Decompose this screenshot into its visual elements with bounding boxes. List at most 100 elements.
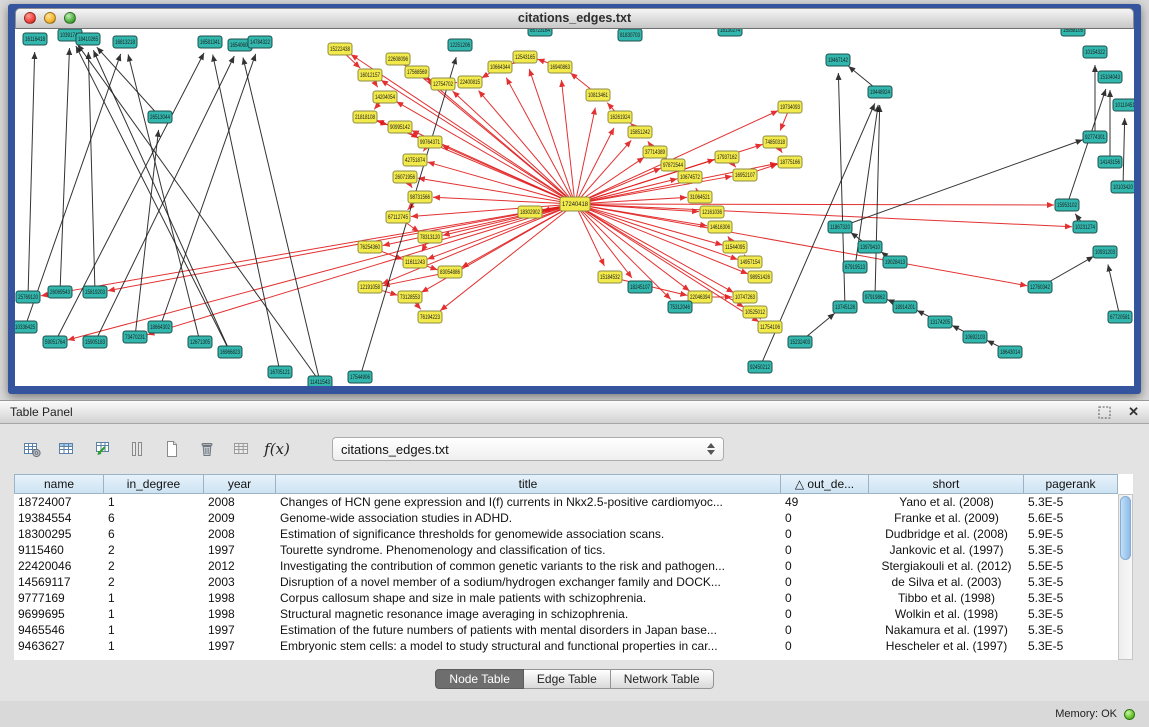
graph-node[interactable]: 13174205 (928, 316, 952, 328)
graph-node[interactable]: 18775166 (778, 156, 802, 168)
graph-edge[interactable] (575, 204, 1054, 205)
column-header-in_degree[interactable]: in_degree (104, 474, 204, 494)
graph-node[interactable]: 11754106 (758, 321, 782, 333)
delete-table-icon[interactable] (195, 438, 219, 460)
graph-node[interactable]: 12671305 (188, 336, 212, 348)
table-row[interactable]: 911546021997Tourette syndrome. Phenomeno… (14, 542, 1133, 558)
graph-node[interactable]: 11544095 (723, 241, 747, 253)
graph-node[interactable]: 17937162 (715, 151, 739, 163)
close-panel-icon[interactable]: ✕ (1128, 404, 1139, 420)
graph-node[interactable]: 26513044 (148, 111, 172, 123)
import-table-icon[interactable] (90, 438, 114, 460)
graph-node[interactable]: 14616306 (708, 221, 732, 233)
scrollbar-thumb[interactable] (1120, 496, 1131, 560)
graph-node[interactable]: 16261924 (608, 111, 632, 123)
graph-node[interactable]: 97919862 (863, 291, 887, 303)
network-canvas[interactable]: 1522243822608096160121571756856912754702… (15, 29, 1134, 386)
graph-node[interactable]: 18643014 (998, 346, 1022, 358)
graph-node[interactable]: 12161036 (700, 206, 724, 218)
graph-node[interactable]: 19448924 (868, 86, 892, 98)
graph-edge[interactable] (243, 57, 320, 382)
graph-node[interactable]: 10231274 (1073, 221, 1097, 233)
graph-node[interactable]: 14784322 (248, 36, 272, 48)
graph-node[interactable]: 16966823 (218, 346, 242, 358)
graph-node[interactable]: 12251206 (448, 39, 472, 51)
graph-node[interactable]: 81830703 (618, 29, 642, 41)
graph-edge[interactable] (78, 44, 320, 382)
graph-node[interactable]: 18664302 (148, 321, 172, 333)
graph-node[interactable]: 10110451 (1113, 99, 1134, 111)
graph-edge[interactable] (88, 52, 95, 292)
graph-node[interactable]: 14957154 (738, 256, 762, 268)
graph-node[interactable]: 16581341 (198, 36, 222, 48)
graph-node[interactable]: 10931203 (1093, 246, 1117, 258)
graph-edge[interactable] (60, 48, 69, 292)
graph-edge[interactable] (575, 204, 1072, 227)
graph-node[interactable]: 10154322 (1083, 46, 1107, 58)
graph-edge[interactable] (108, 204, 575, 291)
graph-node[interactable]: 10525012 (743, 306, 767, 318)
close-window-button[interactable] (24, 12, 36, 24)
graph-node[interactable]: 18914201 (893, 301, 917, 313)
graph-edge[interactable] (1067, 89, 1106, 205)
graph-node[interactable]: 76254360 (358, 241, 382, 253)
graph-node[interactable]: 15819203 (83, 286, 107, 298)
column-width-icon[interactable] (125, 438, 149, 460)
graph-node[interactable]: 16952107 (733, 169, 757, 181)
graph-node[interactable]: 10692103 (963, 331, 987, 343)
graph-node[interactable]: 15958105 (1061, 29, 1085, 36)
graph-node[interactable]: 26071956 (393, 171, 417, 183)
graph-node[interactable]: 31064521 (688, 191, 712, 203)
table-row[interactable]: 969969511998Structural magnetic resonanc… (14, 606, 1133, 622)
graph-edge[interactable] (396, 102, 575, 204)
graph-node[interactable]: 22400815 (458, 76, 482, 88)
graph-node[interactable]: 14204054 (373, 91, 397, 103)
tab-node-table[interactable]: Node Table (435, 669, 524, 689)
graph-node[interactable]: 15232403 (788, 336, 812, 348)
graph-node[interactable]: 14143156 (1098, 156, 1122, 168)
graph-node[interactable]: 18302902 (518, 206, 542, 218)
graph-node[interactable]: 67112745 (386, 211, 410, 223)
graph-node[interactable]: 18130274 (718, 29, 742, 36)
graph-node[interactable]: 15104043 (1098, 71, 1122, 83)
graph-node[interactable]: 15851242 (628, 126, 652, 138)
column-header-name[interactable]: name (14, 474, 104, 494)
table-row[interactable]: 2242004622012Investigating the contribut… (14, 558, 1133, 574)
graph-node[interactable]: 18410265 (76, 33, 100, 45)
graph-node[interactable]: 16940863 (548, 61, 572, 73)
graph-edge[interactable] (575, 111, 778, 204)
graph-node[interactable]: 10747263 (733, 291, 757, 303)
table-vertical-scrollbar[interactable] (1118, 494, 1133, 660)
graph-node[interactable]: 16012157 (358, 69, 382, 81)
graph-node[interactable]: 13745126 (833, 301, 857, 313)
graph-edge[interactable] (529, 69, 575, 204)
graph-node[interactable]: 59051764 (43, 336, 67, 348)
graph-edge[interactable] (1123, 118, 1125, 187)
graph-edge[interactable] (427, 79, 575, 204)
graph-node[interactable]: 18245107 (628, 281, 652, 293)
table-row[interactable]: 946362711997Embryonic stem cells: a mode… (14, 638, 1133, 654)
graph-node[interactable]: 16116418 (23, 33, 47, 45)
table-row[interactable]: 946554611997Estimation of the future num… (14, 622, 1133, 638)
network-window[interactable]: citations_edges.txt 15222438226080961601… (8, 4, 1141, 394)
graph-node[interactable]: 76194223 (418, 311, 442, 323)
graph-node[interactable]: 83054886 (438, 266, 462, 278)
table-row[interactable]: 1830029562008Estimation of significance … (14, 526, 1133, 542)
graph-node[interactable]: 74850318 (763, 136, 787, 148)
graph-node[interactable]: 10103420 (1111, 181, 1134, 193)
window-titlebar[interactable]: citations_edges.txt (15, 8, 1134, 29)
graph-node[interactable]: 67720581 (1108, 311, 1132, 323)
graph-edge[interactable] (28, 52, 35, 297)
graph-node[interactable]: 12754702 (431, 78, 455, 90)
graph-edge[interactable] (840, 140, 1083, 227)
new-file-icon[interactable] (160, 438, 184, 460)
graph-node[interactable]: 37714389 (643, 146, 667, 158)
graph-node[interactable]: 78313120 (418, 231, 442, 243)
column-header-short[interactable]: short (869, 474, 1024, 494)
graph-node[interactable]: 11611243 (403, 256, 427, 268)
column-header-out_de[interactable]: △ out_de... (781, 474, 869, 494)
graph-edge[interactable] (875, 105, 880, 297)
graph-edge[interactable] (442, 145, 575, 204)
graph-node[interactable]: 10664344 (488, 61, 512, 73)
graph-node[interactable]: 98731566 (408, 191, 432, 203)
